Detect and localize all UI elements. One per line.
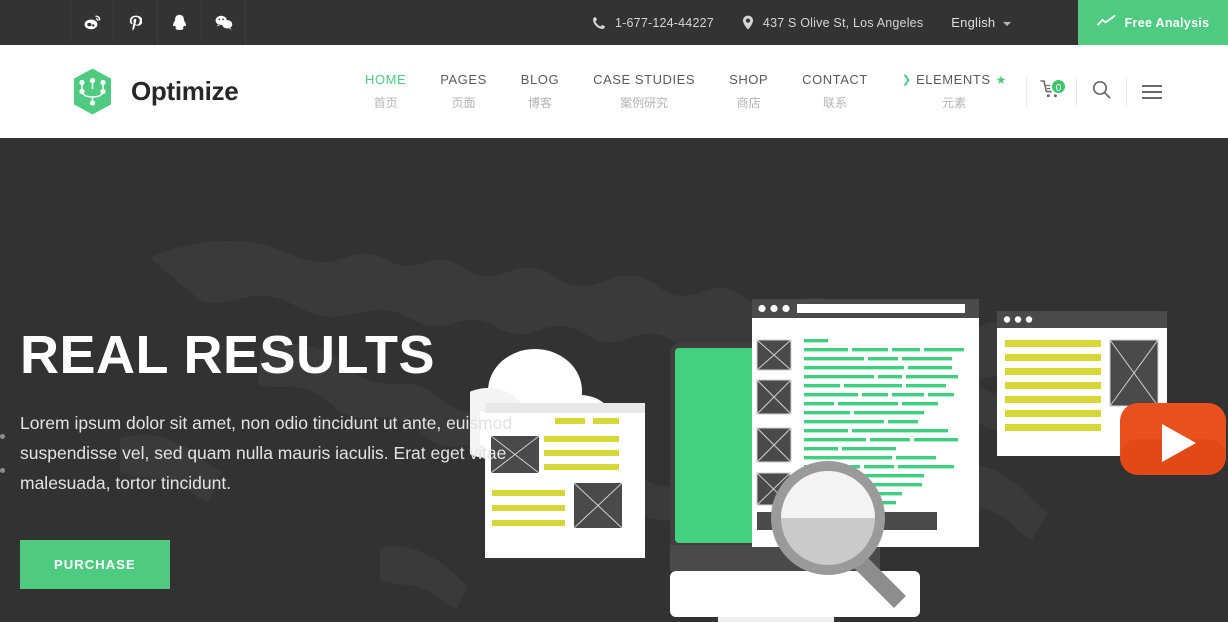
social-links (70, 0, 246, 45)
menu-icon (1141, 84, 1162, 99)
nav-label-en: BLOG (520, 72, 560, 87)
nav-label-cn: 案例研究 (620, 96, 669, 110)
nav-label-cn: 元素 (942, 96, 967, 110)
hero-content: REAL RESULTS Lorem ipsum dolor sit amet,… (20, 328, 580, 589)
star-icon: ★ (995, 72, 1007, 87)
nav-label-cn: 页面 (451, 96, 476, 110)
nav-label-en: CONTACT (802, 72, 868, 87)
nav-label-en: SHOP (729, 72, 769, 87)
nav-item-case-studies[interactable]: CASE STUDIES 案例研究 (576, 72, 712, 111)
nav-label-en: HOME (365, 72, 407, 87)
line-chart-icon (1096, 15, 1116, 30)
nav-label-en: ELEMENTS (916, 72, 991, 87)
cart-count-badge: 0 (1050, 77, 1067, 95)
location-pin-icon (742, 15, 754, 30)
phone-number: 1-677-124-44227 (615, 15, 714, 30)
language-selector[interactable]: English (951, 15, 1012, 30)
optimize-hexagon-icon (68, 67, 117, 116)
nav-item-shop[interactable]: SHOP 商店 (712, 72, 785, 111)
nav-item-blog[interactable]: BLOG 博客 (504, 72, 576, 111)
chevron-right-icon: ❯ (901, 74, 912, 86)
search-icon (1092, 80, 1111, 104)
nav-item-contact[interactable]: CONTACT 联系 (785, 72, 885, 111)
hero-title: REAL RESULTS (20, 325, 436, 385)
hero-illustration (470, 299, 1226, 622)
nav-label-en: CASE STUDIES (593, 72, 696, 87)
header-tools: 0 (1026, 45, 1176, 138)
main-navigation: HOME 首页 PAGES 页面 BLOG 博客 CASE STUDIES 案例… (348, 45, 1023, 138)
chevron-down-icon (1003, 21, 1012, 26)
free-analysis-label: Free Analysis (1124, 15, 1210, 30)
weibo-icon[interactable] (70, 0, 114, 45)
top-bar: 1-677-124-44227 437 S Olive St, Los Ange… (0, 0, 1228, 45)
nav-label-cn: 联系 (822, 96, 847, 110)
nav-label-cn: 商店 (736, 96, 761, 110)
nav-label-en: PAGES (440, 72, 487, 87)
pinterest-icon[interactable] (114, 0, 158, 45)
nav-item-home[interactable]: HOME 首页 (348, 72, 423, 111)
site-header: Optimize HOME 首页 PAGES 页面 BLOG 博客 CASE S… (0, 45, 1228, 138)
page-root: 1-677-124-44227 437 S Olive St, Los Ange… (0, 0, 1228, 622)
address-info[interactable]: 437 S Olive St, Los Angeles (742, 15, 923, 30)
nav-label-cn: 首页 (373, 96, 398, 110)
play-button (1120, 403, 1226, 475)
wechat-icon[interactable] (202, 0, 246, 45)
search-button[interactable] (1076, 76, 1126, 107)
nav-label-cn: 博客 (527, 96, 552, 110)
logo[interactable]: Optimize (68, 67, 239, 116)
free-analysis-button[interactable]: Free Analysis (1078, 0, 1228, 45)
language-label: English (951, 15, 996, 30)
phone-icon (592, 16, 606, 30)
address-text: 437 S Olive St, Los Angeles (762, 15, 924, 30)
nav-item-elements[interactable]: ❯ ELEMENTS ★ 元素 (885, 72, 1023, 111)
nav-item-pages[interactable]: PAGES 页面 (423, 72, 504, 111)
slider-pagination[interactable] (0, 434, 5, 502)
slider-dot-2[interactable] (0, 468, 5, 473)
qq-icon[interactable] (158, 0, 202, 45)
hero-section: REAL RESULTS Lorem ipsum dolor sit amet,… (0, 138, 1228, 622)
phone-info[interactable]: 1-677-124-44227 (592, 16, 714, 30)
hero-subtitle: Lorem ipsum dolor sit amet, non odio tin… (20, 413, 513, 493)
topbar-info: 1-677-124-44227 437 S Olive St, Los Ange… (592, 0, 1012, 45)
purchase-button[interactable]: PURCHASE (20, 540, 170, 589)
menu-button[interactable] (1126, 76, 1176, 107)
cart-button[interactable]: 0 (1026, 76, 1076, 107)
brand-name: Optimize (131, 76, 239, 106)
slider-dot-1[interactable] (0, 434, 5, 439)
